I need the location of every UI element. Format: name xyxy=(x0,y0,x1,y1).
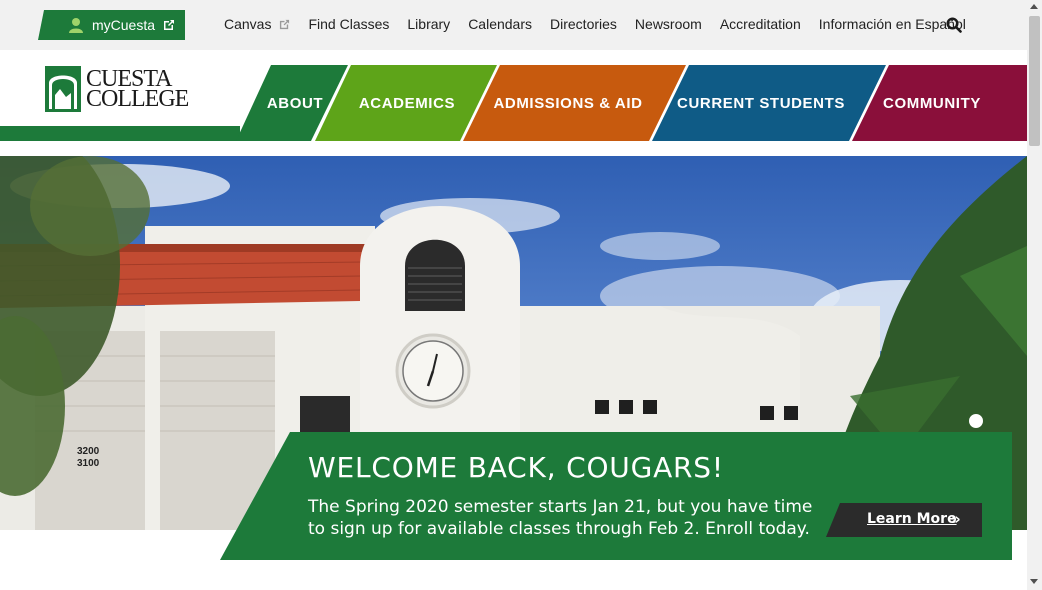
search-icon[interactable] xyxy=(946,17,962,33)
newsroom-link[interactable]: Newsroom xyxy=(635,16,702,32)
accreditation-link[interactable]: Accreditation xyxy=(720,16,801,32)
double-chevron-right-icon: » xyxy=(951,510,961,528)
scroll-down-arrow-icon[interactable] xyxy=(1030,579,1038,584)
calendars-link[interactable]: Calendars xyxy=(468,16,532,32)
building-number-sign: 3200 3100 xyxy=(77,446,99,470)
nav-about[interactable]: ABOUT xyxy=(254,65,336,141)
find-classes-link[interactable]: Find Classes xyxy=(308,16,389,32)
scroll-thumb[interactable] xyxy=(1029,16,1040,146)
directories-link[interactable]: Directories xyxy=(550,16,617,32)
learn-more-label[interactable]: Learn More xyxy=(867,511,957,527)
utility-bar: myCuesta Canvas Find Classes Library Cal… xyxy=(0,0,1027,50)
scroll-up-arrow-icon[interactable] xyxy=(1030,4,1038,9)
canvas-link-label: Canvas xyxy=(224,16,272,32)
nav-academics[interactable]: ACADEMICS xyxy=(333,65,481,141)
external-link-icon xyxy=(280,19,290,29)
nav-admissions-aid[interactable]: ADMISSIONS & AID xyxy=(482,65,654,141)
building-number-3200: 3200 xyxy=(77,446,100,457)
canvas-link[interactable]: Canvas xyxy=(224,16,290,32)
library-link[interactable]: Library xyxy=(407,16,450,32)
utility-links: Canvas Find Classes Library Calendars Di… xyxy=(224,16,984,32)
page: myCuesta Canvas Find Classes Library Cal… xyxy=(0,0,1042,590)
main-nav: ABOUT ACADEMICS ADMISSIONS & AID CURRENT… xyxy=(0,65,1027,141)
slide-dot-1[interactable] xyxy=(969,414,983,428)
user-icon xyxy=(69,18,83,33)
building-number-3100: 3100 xyxy=(77,458,100,469)
site-header: CUESTA COLLEGE ABOUT ACADEMICS ADMISSION… xyxy=(0,50,1027,141)
callout-title: WELCOME BACK, COUGARS! xyxy=(308,451,724,484)
mycuesta-button[interactable]: myCuesta xyxy=(38,10,185,40)
callout-body: The Spring 2020 semester starts Jan 21, … xyxy=(308,497,813,539)
nav-current-students[interactable]: CURRENT STUDENTS xyxy=(671,65,851,141)
external-link-icon xyxy=(164,20,175,30)
vertical-scrollbar[interactable] xyxy=(1027,0,1042,590)
mycuesta-label: myCuesta xyxy=(92,17,156,33)
espanol-link[interactable]: Información en Español xyxy=(819,16,966,32)
nav-community[interactable]: COMMUNITY xyxy=(870,65,994,141)
